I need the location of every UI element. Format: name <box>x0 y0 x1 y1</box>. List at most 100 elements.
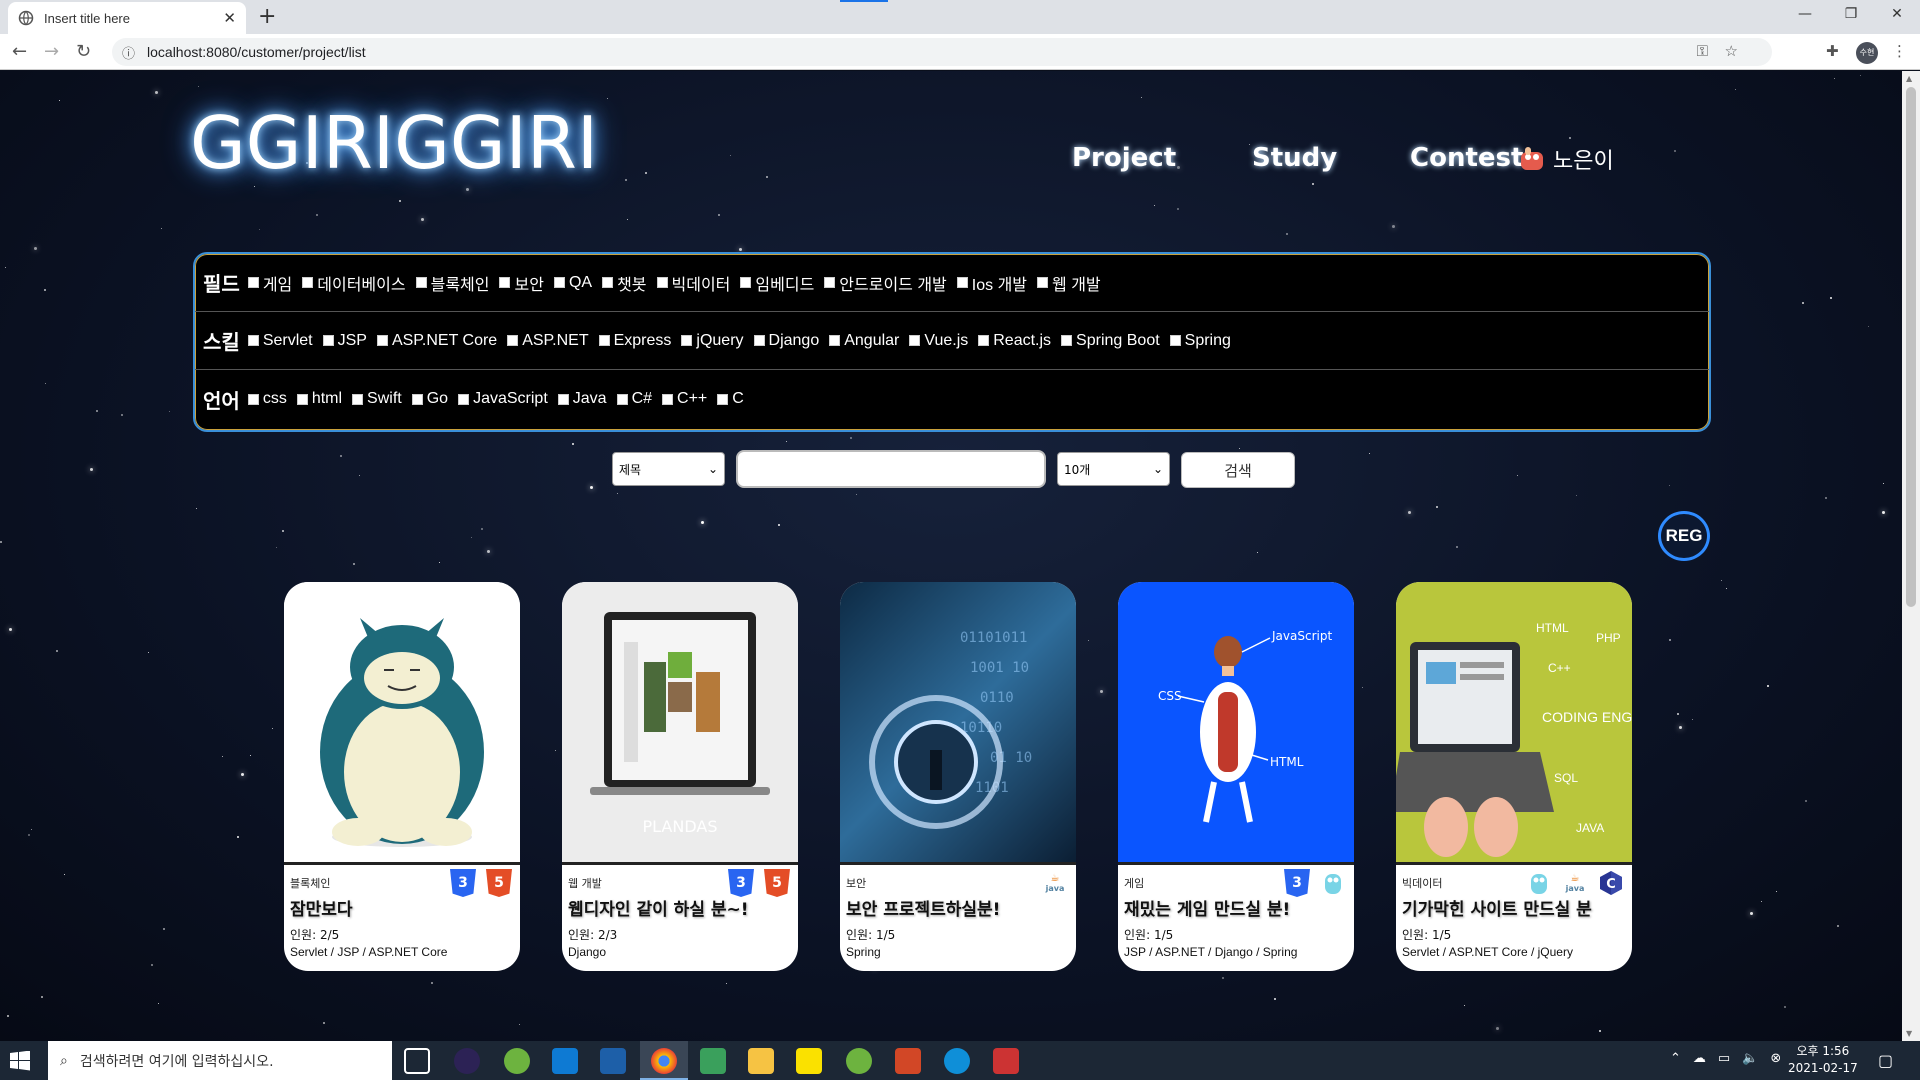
filter-option-skill[interactable]: ASP.NET Core <box>376 332 497 350</box>
project-card[interactable]: HTML PHP C++ CODING ENGINE SQL JAVA ☕jav… <box>1396 582 1632 971</box>
filter-checkbox[interactable] <box>753 335 765 346</box>
scrollbar-thumb[interactable] <box>1906 87 1916 607</box>
card-title[interactable]: 보안 프로젝트하실분! <box>846 895 1070 920</box>
filter-checkbox[interactable] <box>956 277 968 288</box>
filter-option-field[interactable]: 게임 <box>247 271 292 295</box>
filter-checkbox[interactable] <box>717 393 729 405</box>
project-card[interactable]: 3 5 블록체인 잠만보다 인원: 2/5 Servlet / JSP / AS… <box>284 582 520 971</box>
user-menu[interactable]: 노은이 <box>1517 143 1614 175</box>
filter-checkbox[interactable] <box>829 335 841 346</box>
browser-tab[interactable]: Insert title here ✕ <box>8 2 246 34</box>
filter-option-language[interactable]: JavaScript <box>458 390 548 408</box>
filter-checkbox[interactable] <box>824 277 836 288</box>
filter-checkbox[interactable] <box>458 393 470 405</box>
reload-icon[interactable]: ↻ <box>76 41 91 62</box>
media-app-icon[interactable] <box>700 1048 726 1074</box>
new-tab-button[interactable]: + <box>258 4 276 29</box>
filter-option-field[interactable]: QA <box>553 271 592 295</box>
search-type-select[interactable]: 제목 ⌄ <box>612 452 725 486</box>
filter-checkbox[interactable] <box>296 393 308 405</box>
spring-tool-icon-2[interactable] <box>846 1048 872 1074</box>
search-input[interactable] <box>736 450 1046 488</box>
filter-option-skill[interactable]: jQuery <box>681 332 744 350</box>
profile-avatar[interactable]: 수현 <box>1856 42 1878 64</box>
filter-checkbox[interactable] <box>247 277 259 288</box>
volume-icon[interactable]: 🔈 <box>1742 1051 1758 1066</box>
filter-option-language[interactable]: C <box>717 390 744 408</box>
site-logo[interactable]: GGIRIGGIRI <box>190 101 598 185</box>
register-button[interactable]: REG <box>1658 511 1710 561</box>
filter-checkbox[interactable] <box>598 335 610 346</box>
ime-icon[interactable]: ⊗ <box>1770 1051 1781 1066</box>
filter-checkbox[interactable] <box>557 393 569 405</box>
file-explorer-icon[interactable] <box>748 1048 774 1074</box>
filter-option-language[interactable]: Go <box>411 390 448 408</box>
cloud-icon[interactable]: ☁ <box>1693 1051 1706 1066</box>
url-field[interactable]: ⓘ localhost:8080/customer/project/list ⚿… <box>112 38 1772 66</box>
task-view-icon[interactable] <box>404 1048 430 1074</box>
project-card[interactable]: PLANDAS 3 5 웹 개발 웹디자인 같이 하실 분~! 인원: 2/3 … <box>562 582 798 971</box>
windows-start-icon[interactable] <box>10 1051 30 1071</box>
filter-checkbox[interactable] <box>909 335 921 346</box>
filter-checkbox[interactable] <box>602 277 614 288</box>
project-card[interactable]: 01101011 1001 10 0110 10110 01 10 1101 ☕ jav… <box>840 582 1076 971</box>
chevron-up-icon[interactable]: ⌃ <box>1670 1051 1681 1066</box>
filter-option-language[interactable]: css <box>247 390 287 408</box>
edge-icon[interactable] <box>944 1048 970 1074</box>
filter-option-field[interactable]: 웹 개발 <box>1037 271 1101 295</box>
restore-button[interactable]: ❐ <box>1828 0 1874 30</box>
search-button[interactable]: 검색 <box>1181 452 1295 488</box>
filter-option-skill[interactable]: Spring Boot <box>1061 332 1160 350</box>
filter-option-field[interactable]: Ios 개발 <box>956 271 1027 295</box>
eclipse-icon[interactable] <box>454 1048 480 1074</box>
card-title[interactable]: 웹디자인 같이 하실 분~! <box>568 895 792 920</box>
filter-option-skill[interactable]: Spring <box>1169 332 1231 350</box>
filter-checkbox[interactable] <box>662 393 674 405</box>
vscode-icon[interactable] <box>552 1048 578 1074</box>
filter-option-skill[interactable]: Vue.js <box>909 332 968 350</box>
filter-checkbox[interactable] <box>1037 277 1049 288</box>
filter-option-language[interactable]: C# <box>616 390 652 408</box>
filter-option-skill[interactable]: Angular <box>829 332 899 350</box>
nav-study[interactable]: Study <box>1252 143 1337 173</box>
filter-option-field[interactable]: 챗봇 <box>602 271 647 295</box>
filter-checkbox[interactable] <box>247 393 259 405</box>
filter-checkbox[interactable] <box>1061 335 1073 346</box>
filter-option-field[interactable]: 빅데이터 <box>656 271 730 295</box>
card-title[interactable]: 기가막힌 사이트 만드실 분 <box>1402 895 1626 920</box>
filter-option-field[interactable]: 임베디드 <box>740 271 814 295</box>
back-icon[interactable]: ← <box>12 41 27 62</box>
card-title[interactable]: 잠만보다 <box>290 895 514 920</box>
filter-option-language[interactable]: Java <box>557 390 607 408</box>
page-scrollbar[interactable]: ▲ ▼ <box>1902 71 1920 1041</box>
project-card[interactable]: JavaScript CSS HTML 3 게임 재밌는 게임 만드실 분! 인… <box>1118 582 1354 971</box>
filter-option-field[interactable]: 데이터베이스 <box>302 271 406 295</box>
filter-option-skill[interactable]: Servlet <box>247 332 313 350</box>
filter-checkbox[interactable] <box>1169 335 1181 346</box>
info-icon[interactable]: ⓘ <box>122 43 135 62</box>
filter-option-skill[interactable]: React.js <box>978 332 1051 350</box>
filter-option-field[interactable]: 보안 <box>499 271 544 295</box>
filter-checkbox[interactable] <box>740 277 752 288</box>
network-icon[interactable]: ▭ <box>1718 1051 1730 1066</box>
filter-option-skill[interactable]: ASP.NET <box>507 332 589 350</box>
filter-option-skill[interactable]: Express <box>598 332 671 350</box>
filter-checkbox[interactable] <box>247 335 259 346</box>
forward-icon[interactable]: → <box>44 41 59 62</box>
app-icon[interactable] <box>600 1048 626 1074</box>
nav-project[interactable]: Project <box>1072 143 1176 173</box>
filter-checkbox[interactable] <box>411 393 423 405</box>
filter-checkbox[interactable] <box>322 335 334 346</box>
filter-option-field[interactable]: 안드로이드 개발 <box>824 271 947 295</box>
filter-checkbox[interactable] <box>507 335 519 346</box>
filter-checkbox[interactable] <box>352 393 364 405</box>
filter-option-language[interactable]: C++ <box>662 390 707 408</box>
close-window-button[interactable]: ✕ <box>1874 0 1920 30</box>
key-icon[interactable]: ⚿ <box>1697 42 1708 60</box>
chrome-icon[interactable] <box>651 1048 677 1074</box>
filter-checkbox[interactable] <box>499 277 511 288</box>
powerpoint-icon[interactable] <box>895 1048 921 1074</box>
filter-checkbox[interactable] <box>302 277 314 288</box>
extensions-icon[interactable]: ✚ <box>1826 42 1839 60</box>
taskbar-clock[interactable]: 오후 1:56 2021-02-17 <box>1788 1043 1858 1077</box>
